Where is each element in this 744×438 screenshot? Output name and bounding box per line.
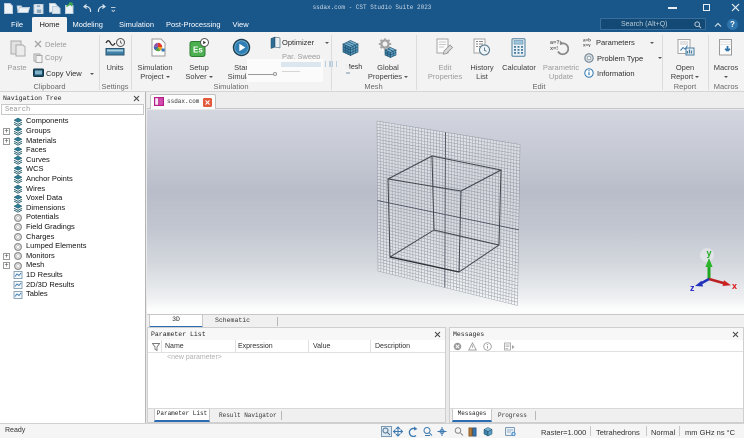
svg-text:x=!: x=! xyxy=(550,46,558,52)
svg-text:y: y xyxy=(707,248,712,258)
svg-text:z: z xyxy=(690,283,695,293)
svg-text:Es: Es xyxy=(193,45,203,54)
svg-text:x: x xyxy=(732,281,737,291)
svg-text:x=y: x=y xyxy=(583,43,591,48)
